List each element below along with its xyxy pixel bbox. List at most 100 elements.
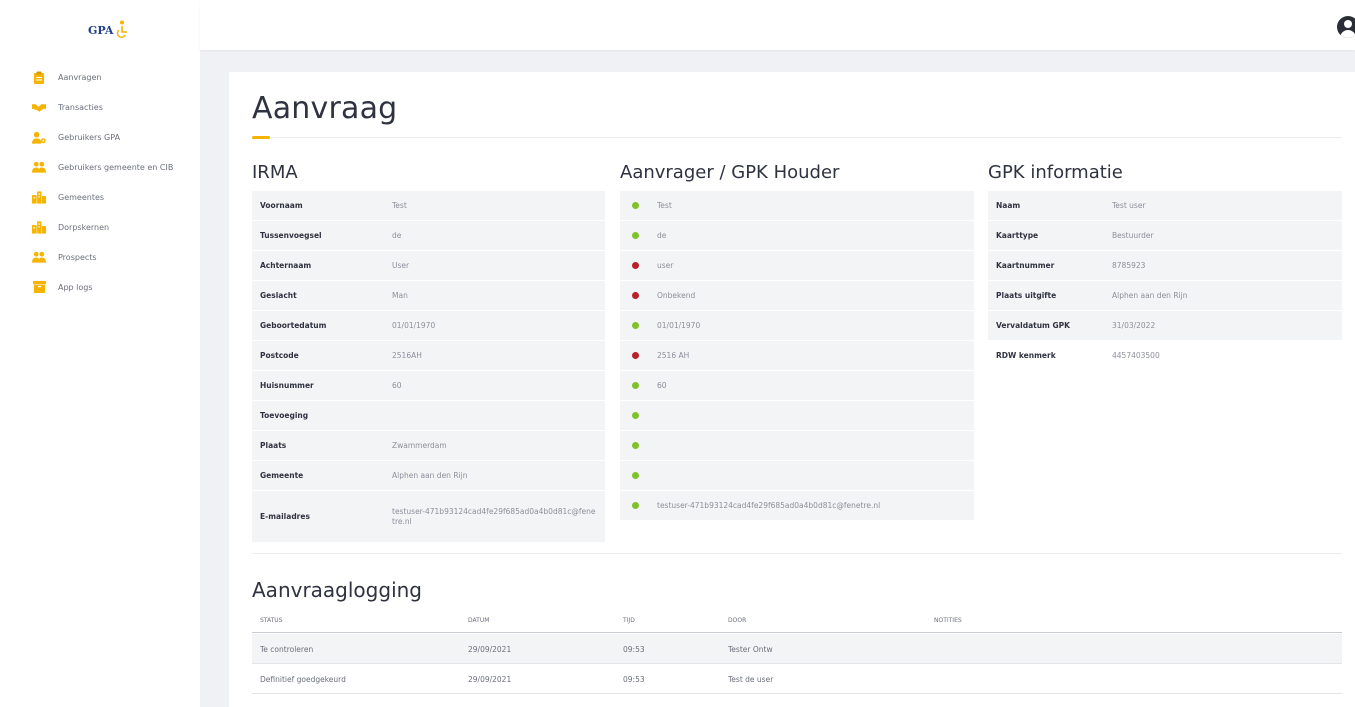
status-ok-icon: [632, 442, 639, 449]
field-value: 01/01/1970: [657, 320, 701, 330]
sidebar-item-label: Gebruikers gemeente en CIB: [58, 162, 174, 172]
field-label: Plaats: [260, 441, 287, 450]
table-row: Postcode 2516AH: [252, 341, 605, 371]
title-accent-bar: [252, 136, 270, 139]
gpa-logo[interactable]: GPA: [88, 20, 132, 44]
log-status: Te controleren: [260, 645, 314, 654]
table-row: RDW kenmerk 4457403500: [988, 341, 1342, 371]
sidebar-nav: Aanvragen Transacties Gebruikers GPA Geb…: [0, 62, 200, 302]
status-ok-icon: [632, 412, 639, 419]
field-value: 60: [657, 380, 667, 390]
field-label: Naam: [996, 201, 1021, 210]
field-value: Zwammerdam: [392, 440, 447, 450]
log-table-header: STATUS DATUM TIJD DOOR NOTITIES: [252, 611, 1342, 633]
field-label: Postcode: [260, 351, 299, 360]
field-value: user: [657, 260, 674, 270]
table-row: Voornaam Test: [252, 191, 605, 221]
field-value: 8785923: [1112, 260, 1146, 270]
table-row: Huisnummer 60: [252, 371, 605, 401]
field-label: Geslacht: [260, 291, 297, 300]
table-row: Definitief goedgekeurd 29/09/2021 09:53 …: [252, 664, 1342, 694]
sidebar-item-gemeentes[interactable]: Gemeentes: [0, 182, 200, 212]
field-value: 2516 AH: [657, 350, 690, 360]
table-row: de: [620, 221, 974, 251]
field-value: Test: [392, 200, 407, 210]
table-row: testuser-471b93124cad4fe29f685ad0a4b0d81…: [620, 491, 974, 521]
field-label: Geboortedatum: [260, 321, 327, 330]
gpk-title: GPK informatie: [988, 162, 1123, 183]
table-row: Kaarttype Bestuurder: [988, 221, 1342, 251]
field-value: 60: [392, 380, 402, 390]
field-label: Vervaldatum GPK: [996, 321, 1070, 330]
table-row: Plaats Zwammerdam: [252, 431, 605, 461]
field-value: 01/01/1970: [392, 320, 436, 330]
main-card: Aanvraag IRMA Voornaam Test Tussenvoegsel…: [229, 72, 1355, 707]
table-row: [620, 431, 974, 461]
field-value: de: [392, 230, 402, 240]
sidebar-item-dorpskernen[interactable]: Dorpskernen: [0, 212, 200, 242]
sidebar: GPA Aanvragen Transacties Gebruikers GPA: [0, 0, 200, 707]
users-icon: [32, 160, 46, 174]
irma-table: Voornaam Test Tussenvoegsel de Achternaam U…: [252, 191, 605, 543]
top-bar: [200, 0, 1355, 50]
divider: [252, 553, 1342, 554]
column-header-status: STATUS: [260, 617, 283, 624]
table-row: Vervaldatum GPK 31/03/2022: [988, 311, 1342, 341]
sidebar-item-label: Gemeentes: [58, 192, 105, 202]
field-label: Kaartnummer: [996, 261, 1055, 270]
table-row: 60: [620, 371, 974, 401]
user-gear-icon: [32, 130, 46, 144]
sidebar-item-label: Dorpskernen: [58, 222, 110, 232]
table-row: Geboortedatum 01/01/1970: [252, 311, 605, 341]
table-row: Test: [620, 191, 974, 221]
field-value: de: [657, 230, 667, 240]
field-value: Test user: [1112, 200, 1146, 210]
sidebar-item-app-logs[interactable]: App logs: [0, 272, 200, 302]
field-label: Tussenvoegsel: [260, 231, 322, 240]
clipboard-icon: [32, 70, 46, 84]
user-avatar-icon[interactable]: [1337, 16, 1355, 38]
divider: [252, 137, 1342, 138]
log-tijd: 09:53: [623, 645, 645, 654]
sidebar-item-aanvragen[interactable]: Aanvragen: [0, 62, 200, 92]
status-ok-icon: [632, 502, 639, 509]
aanvrager-title: Aanvrager / GPK Houder: [620, 162, 840, 183]
table-row: Kaartnummer 8785923: [988, 251, 1342, 281]
field-value: 2516AH: [392, 350, 422, 360]
table-row: Geslacht Man: [252, 281, 605, 311]
field-value: 4457403500: [1112, 350, 1160, 360]
log-datum: 29/09/2021: [468, 675, 512, 684]
table-row: Naam Test user: [988, 191, 1342, 221]
sidebar-item-gebruikers-gemeente[interactable]: Gebruikers gemeente en CIB: [0, 152, 200, 182]
field-label: Achternaam: [260, 261, 312, 270]
irma-title: IRMA: [252, 162, 298, 183]
city-icon: [32, 220, 46, 234]
table-row: Te controleren 29/09/2021 09:53 Tester O…: [252, 634, 1342, 664]
table-row: 01/01/1970: [620, 311, 974, 341]
field-value: 31/03/2022: [1112, 320, 1156, 330]
sidebar-item-prospects[interactable]: Prospects: [0, 242, 200, 272]
logo-text: GPA: [88, 24, 114, 37]
table-row: Gemeente Alphen aan den Rijn: [252, 461, 605, 491]
table-row: Plaats uitgifte Alphen aan den Rijn: [988, 281, 1342, 311]
field-label: Kaarttype: [996, 231, 1039, 240]
field-label: Plaats uitgifte: [996, 291, 1057, 300]
field-value: testuser-471b93124cad4fe29f685ad0a4b0d81…: [392, 506, 596, 526]
sidebar-item-gebruikers-gpa[interactable]: Gebruikers GPA: [0, 122, 200, 152]
users-icon: [32, 250, 46, 264]
field-label: Toevoeging: [260, 411, 309, 420]
sidebar-item-transacties[interactable]: Transacties: [0, 92, 200, 122]
sidebar-item-label: Aanvragen: [58, 72, 102, 82]
handshake-icon: [32, 100, 46, 114]
status-error-icon: [632, 352, 639, 359]
column-header-tijd: TIJD: [623, 617, 635, 624]
status-ok-icon: [632, 232, 639, 239]
table-row: Tussenvoegsel de: [252, 221, 605, 251]
logging-title: Aanvraaglogging: [252, 578, 422, 602]
log-door: Test de user: [728, 675, 774, 684]
status-error-icon: [632, 262, 639, 269]
status-ok-icon: [632, 202, 639, 209]
sidebar-item-label: Transacties: [58, 102, 103, 112]
page-title: Aanvraag: [252, 91, 398, 126]
sidebar-item-label: App logs: [58, 282, 93, 292]
